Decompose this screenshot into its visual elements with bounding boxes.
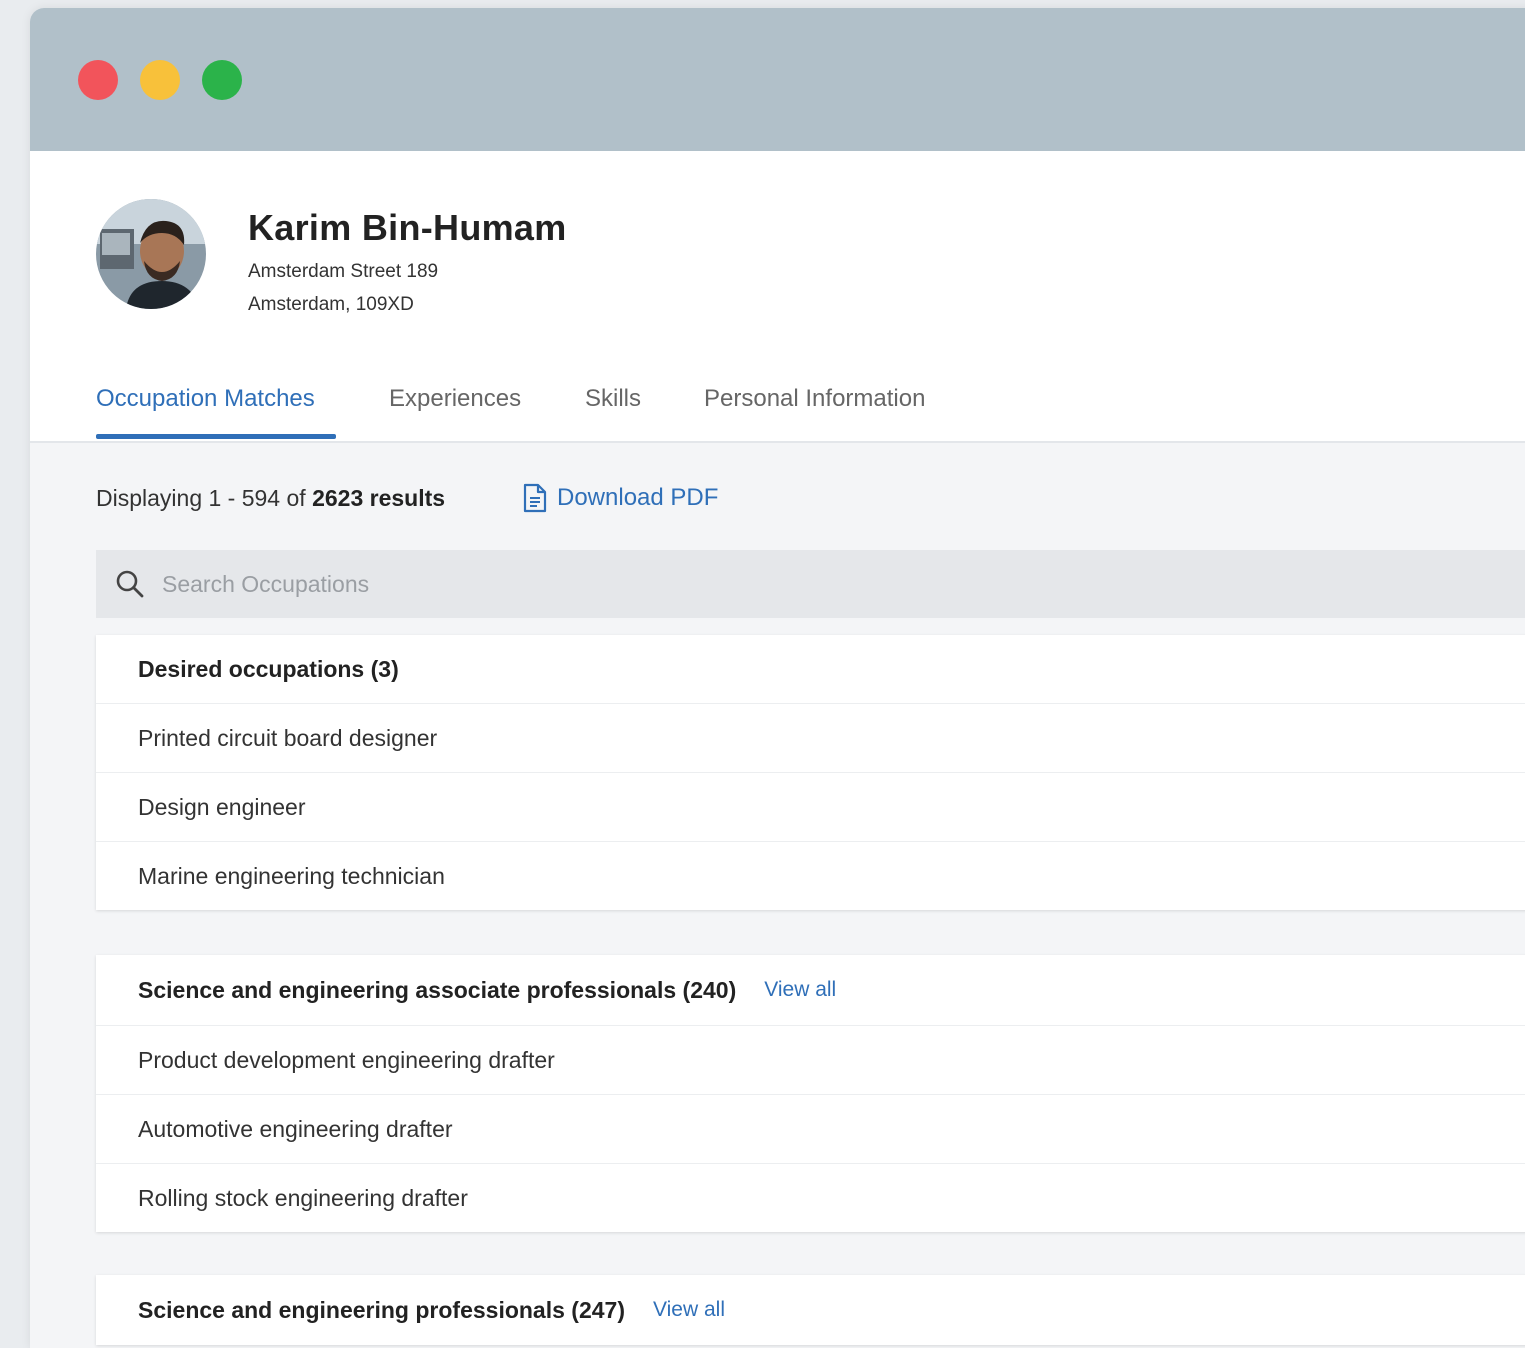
occupation-label: Printed circuit board designer [138, 724, 438, 751]
profile-name: Karim Bin-Humam [248, 207, 567, 248]
occupation-group-card: Desired occupations (3) Printed circuit … [96, 635, 1525, 910]
occupation-group-card: Science and engineering associate profes… [96, 955, 1525, 1232]
document-icon [523, 483, 557, 513]
view-all-link[interactable]: View all [653, 1298, 725, 1322]
results-range: Displaying 1 - 594 of [96, 485, 313, 511]
occupation-label: Marine engineering technician [138, 862, 445, 889]
active-tab-indicator [96, 434, 336, 439]
list-item[interactable]: Design engineer [96, 773, 1525, 842]
list-item[interactable]: Printed circuit board designer [96, 704, 1525, 773]
download-pdf-label: Download PDF [557, 484, 719, 511]
list-item[interactable]: Automotive engineering drafter [96, 1095, 1525, 1164]
avatar [96, 199, 206, 309]
occupation-label: Rolling stock engineering drafter [138, 1184, 468, 1211]
occupation-label: Product development engineering drafter [138, 1046, 555, 1073]
list-item[interactable]: Marine engineering technician [96, 842, 1525, 910]
group-header: Desired occupations (3) [96, 635, 1525, 704]
search-icon [114, 568, 146, 600]
view-all-link[interactable]: View all [764, 978, 836, 1002]
close-window-button[interactable] [78, 60, 118, 100]
tab-personal-information[interactable]: Personal Information [704, 385, 925, 413]
group-title: Desired occupations (3) [138, 655, 399, 682]
maximize-window-button[interactable] [202, 60, 242, 100]
group-header: Science and engineering professionals (2… [96, 1275, 1525, 1345]
tab-bar: Occupation Matches Experiences Skills Pe… [30, 376, 1525, 443]
tab-experiences[interactable]: Experiences [389, 385, 521, 413]
occupation-matches-panel: Displaying 1 - 594 of 2623 results Downl… [30, 443, 1525, 1348]
window-titlebar [30, 8, 1525, 151]
occupation-group-card: Science and engineering professionals (2… [96, 1275, 1525, 1345]
profile-header: Karim Bin-Humam Amsterdam Street 189 Ams… [30, 151, 1525, 351]
app-window: Karim Bin-Humam Amsterdam Street 189 Ams… [30, 8, 1525, 1348]
download-pdf-link[interactable]: Download PDF [523, 483, 718, 513]
occupation-label: Design engineer [138, 793, 306, 820]
results-summary: Displaying 1 - 594 of 2623 results [96, 485, 445, 512]
group-title: Science and engineering associate profes… [138, 976, 737, 1003]
address-line-1: Amsterdam Street 189 [248, 261, 439, 282]
group-header: Science and engineering associate profes… [96, 955, 1525, 1026]
list-item[interactable]: Product development engineering drafter [96, 1026, 1525, 1095]
tab-skills[interactable]: Skills [585, 385, 641, 413]
minimize-window-button[interactable] [140, 60, 180, 100]
occupation-label: Automotive engineering drafter [138, 1115, 453, 1142]
tab-occupation-matches[interactable]: Occupation Matches [96, 385, 315, 413]
group-title: Science and engineering professionals (2… [138, 1296, 625, 1323]
results-total: 2623 results [312, 485, 446, 511]
list-item[interactable]: Rolling stock engineering drafter [96, 1164, 1525, 1232]
search-input[interactable] [160, 569, 1064, 599]
search-bar [96, 550, 1525, 618]
address-line-2: Amsterdam, 109XD [248, 294, 414, 315]
